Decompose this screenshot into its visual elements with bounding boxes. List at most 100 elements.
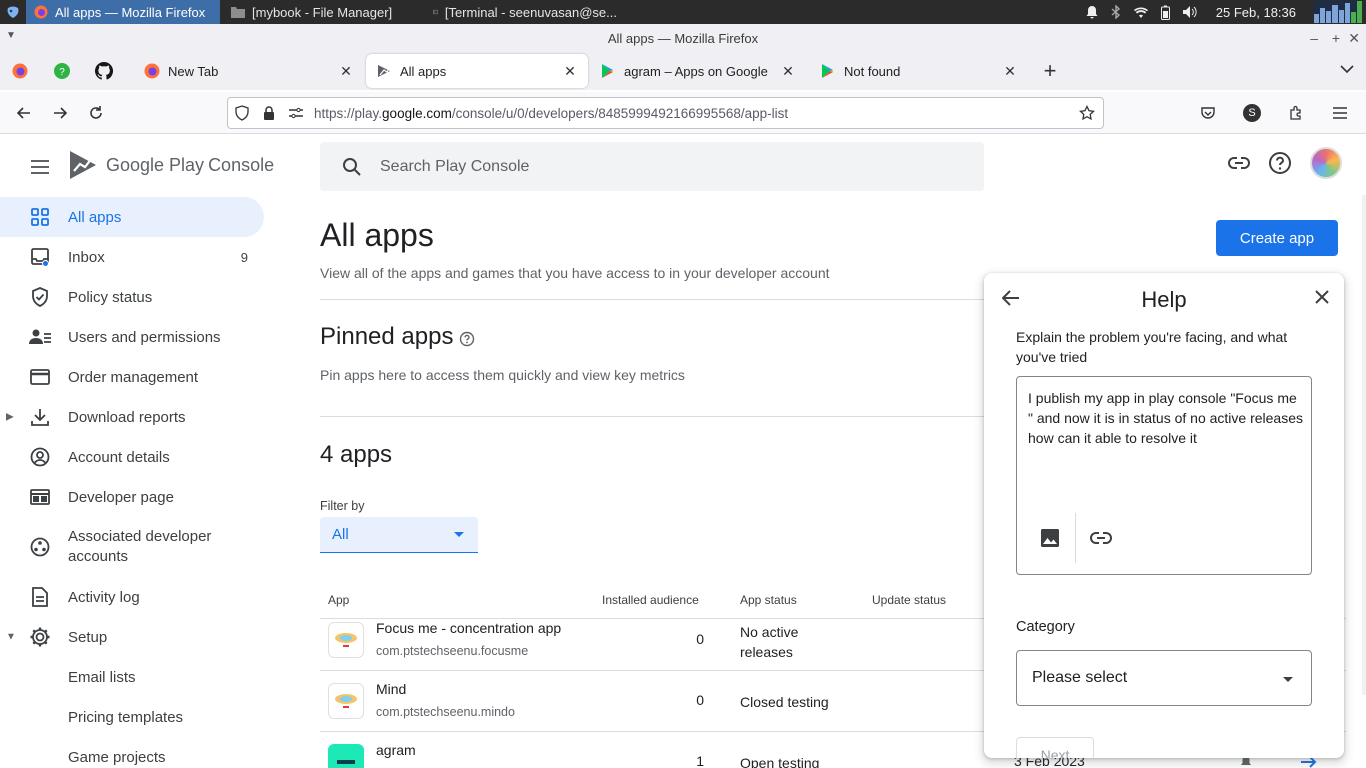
notification-bell-icon[interactable] bbox=[1085, 5, 1099, 19]
sidebar-item-game-projects[interactable]: Game projects bbox=[0, 737, 270, 768]
svg-text:?: ? bbox=[59, 67, 65, 78]
column-header-installed-audience[interactable]: Installed audience bbox=[602, 593, 699, 607]
pocket-button[interactable] bbox=[1190, 97, 1226, 129]
collapse-arrow-icon[interactable]: ▼ bbox=[6, 632, 16, 643]
play-console-logo[interactable]: Google Play Console bbox=[68, 149, 274, 181]
taskbar-task-firefox[interactable]: All apps — Mozilla Firefox bbox=[26, 0, 220, 24]
sidebar-item-account-details[interactable]: Account details bbox=[0, 437, 270, 477]
new-tab-button[interactable]: + bbox=[1032, 54, 1068, 88]
user-avatar[interactable] bbox=[1310, 147, 1342, 179]
sidebar-item-label: Activity log bbox=[68, 588, 140, 606]
create-app-button[interactable]: Create app bbox=[1216, 220, 1338, 256]
pinned-tab-pinned[interactable]: ? bbox=[40, 52, 84, 90]
reload-button[interactable] bbox=[78, 97, 114, 129]
app-name[interactable]: Mind bbox=[376, 681, 406, 697]
bluetooth-icon[interactable] bbox=[1111, 5, 1121, 19]
tab-new-tab[interactable]: New Tab ✕ bbox=[134, 54, 364, 88]
back-button[interactable] bbox=[6, 97, 42, 129]
app-menu-button[interactable] bbox=[1322, 97, 1358, 129]
copy-link-button[interactable] bbox=[1228, 157, 1250, 169]
pinned-tab-firefox[interactable] bbox=[0, 52, 40, 90]
installed-audience: 0 bbox=[696, 692, 704, 708]
firefox-icon bbox=[12, 63, 28, 79]
sidebar-item-order-management[interactable]: Order management bbox=[0, 357, 270, 397]
tab-all-apps[interactable]: All apps ✕ bbox=[366, 54, 588, 88]
cpu-graph[interactable] bbox=[1314, 1, 1362, 23]
help-close-button[interactable] bbox=[1314, 289, 1330, 305]
play-console-logo-icon bbox=[70, 151, 96, 179]
pinned-tab-github[interactable] bbox=[84, 52, 124, 90]
tab-agram-play[interactable]: agram – Apps on Google Play ✕ bbox=[590, 54, 806, 88]
insert-link-icon[interactable] bbox=[1090, 532, 1112, 544]
search-bar[interactable] bbox=[320, 142, 984, 191]
sidebar-item-pricing-templates[interactable]: Pricing templates bbox=[0, 697, 270, 737]
app-status: Closed testing bbox=[740, 694, 829, 710]
sidebar-item-email-lists[interactable]: Email lists bbox=[0, 657, 270, 697]
column-header-app[interactable]: App bbox=[328, 593, 349, 607]
url-prefix: https://play. bbox=[314, 105, 383, 121]
close-window-button[interactable]: ✕ bbox=[1348, 24, 1360, 52]
clock[interactable]: 25 Feb, 18:36 bbox=[1216, 5, 1296, 20]
sidebar-item-users-permissions[interactable]: Users and permissions bbox=[0, 317, 270, 357]
close-tab-icon[interactable]: ✕ bbox=[1002, 63, 1018, 80]
main-menu-button[interactable] bbox=[24, 151, 56, 183]
volume-icon[interactable] bbox=[1182, 5, 1198, 19]
tab-label: Not found bbox=[844, 63, 901, 79]
sidebar-item-download-reports[interactable]: ▶ Download reports bbox=[0, 397, 270, 437]
sidebar-item-activity-log[interactable]: Activity log bbox=[0, 577, 270, 617]
app-package: com.ptstechseenu.focusme bbox=[376, 644, 529, 658]
hamburger-icon bbox=[1333, 107, 1347, 119]
search-input[interactable] bbox=[380, 157, 940, 176]
account-button[interactable]: S bbox=[1234, 97, 1270, 129]
sidebar-item-all-apps[interactable]: All apps bbox=[0, 197, 264, 237]
minimize-button[interactable]: – bbox=[1310, 24, 1318, 52]
forward-button[interactable] bbox=[42, 97, 78, 129]
category-label: Category bbox=[1016, 619, 1075, 635]
sidebar-item-policy-status[interactable]: Policy status bbox=[0, 277, 270, 317]
next-button[interactable]: Next bbox=[1016, 737, 1094, 758]
link-icon bbox=[1228, 157, 1250, 169]
page-scrollbar[interactable] bbox=[1362, 195, 1366, 695]
grid-icon bbox=[28, 205, 52, 229]
battery-icon[interactable] bbox=[1160, 5, 1170, 20]
insert-image-icon[interactable] bbox=[1041, 529, 1059, 547]
column-header-app-status[interactable]: App status bbox=[740, 593, 797, 607]
bookmark-star-icon[interactable] bbox=[1079, 105, 1095, 121]
sidebar-item-label: Download reports bbox=[68, 408, 186, 426]
taskbar-task-terminal[interactable]: [Terminal - seenuvasan@se... bbox=[425, 0, 625, 24]
sidebar-item-associated-accounts[interactable]: Associated developer accounts bbox=[0, 517, 270, 577]
github-icon bbox=[95, 62, 113, 80]
list-all-tabs-button[interactable] bbox=[1340, 64, 1354, 74]
app-package: com.ptstechseenu.mindo bbox=[376, 705, 515, 719]
close-tab-icon[interactable]: ✕ bbox=[338, 63, 354, 80]
extensions-button[interactable] bbox=[1278, 97, 1314, 129]
problem-textarea[interactable]: I publish my app in play console "Focus … bbox=[1016, 376, 1312, 575]
close-tab-icon[interactable]: ✕ bbox=[562, 63, 578, 80]
column-header-update-status[interactable]: Update status bbox=[872, 593, 946, 607]
filter-dropdown[interactable]: All bbox=[320, 517, 478, 553]
puzzle-icon bbox=[1290, 105, 1301, 120]
url-bar[interactable]: https://play.google.com/console/u/0/deve… bbox=[227, 97, 1104, 129]
close-tab-icon[interactable]: ✕ bbox=[780, 63, 796, 80]
expand-arrow-icon[interactable]: ▶ bbox=[6, 412, 14, 423]
category-dropdown[interactable]: Please select bbox=[1016, 650, 1312, 706]
help-circle-icon[interactable] bbox=[459, 331, 475, 347]
sidebar-item-label: Email lists bbox=[68, 668, 136, 686]
sidebar-item-developer-page[interactable]: Developer page bbox=[0, 477, 270, 517]
tab-label: agram – Apps on Google Play bbox=[624, 63, 772, 79]
maximize-button[interactable]: + bbox=[1332, 24, 1340, 52]
tab-not-found[interactable]: Not found ✕ bbox=[810, 54, 1028, 88]
app-name[interactable]: Focus me - concentration app bbox=[376, 620, 561, 636]
url-text: https://play.google.com/console/u/0/deve… bbox=[314, 106, 788, 121]
sidebar-item-setup[interactable]: ▼ Setup bbox=[0, 617, 270, 657]
help-button[interactable] bbox=[1268, 151, 1292, 175]
window-menu-icon[interactable]: ▼ bbox=[6, 30, 16, 41]
sidebar-item-inbox[interactable]: Inbox 9 bbox=[0, 237, 270, 277]
installed-audience: 0 bbox=[696, 631, 704, 647]
app-menu-button[interactable] bbox=[0, 0, 26, 24]
taskbar-task-file-manager[interactable]: [mybook - File Manager] bbox=[223, 0, 423, 24]
wifi-icon[interactable] bbox=[1133, 6, 1149, 19]
app-name[interactable]: agram bbox=[376, 742, 416, 758]
gear-icon bbox=[28, 625, 52, 649]
pinned-apps-title: Pinned apps bbox=[320, 323, 454, 350]
